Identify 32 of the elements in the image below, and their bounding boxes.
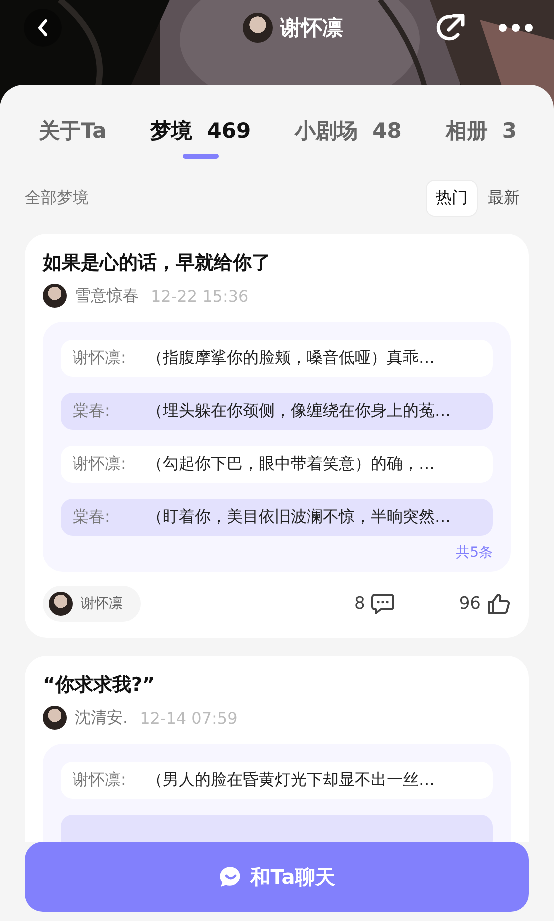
sort-option[interactable]: 热门	[427, 181, 477, 216]
dialogue-line: 谢怀凛: （勾起你下巴，眼中带着笑意）的确，…	[61, 446, 493, 483]
comment-icon	[371, 593, 396, 615]
character-chip[interactable]: 谢怀凛	[43, 586, 141, 622]
post-card[interactable]: “你求求我?” 沈清安. 12-14 07:59 谢怀凛: （男人的脸在昏黄灯光下却显不出一丝…	[25, 656, 529, 842]
post-time: 12-22 15:36	[151, 286, 249, 306]
avatar	[43, 284, 67, 308]
chat-bubble-icon	[218, 866, 243, 888]
tab[interactable]: 相册 3	[446, 113, 517, 159]
post-time: 12-14 07:59	[140, 708, 238, 728]
post-title: 如果是心的话，早就给你了	[43, 251, 272, 276]
back-button[interactable]	[24, 9, 62, 47]
tab[interactable]: 关于Ta	[39, 113, 107, 159]
like-button[interactable]: 96	[459, 593, 511, 615]
avatar	[43, 706, 67, 730]
sort-option[interactable]: 最新	[479, 181, 529, 216]
thumbs-up-icon	[487, 593, 511, 615]
section-label: 全部梦境	[25, 188, 89, 209]
author-name: 沈清安.	[75, 708, 128, 728]
author-name: 雪意惊春	[75, 286, 139, 306]
tab[interactable]: 小剧场 48	[295, 113, 402, 159]
post-title: “你求求我?”	[43, 673, 156, 698]
dialogue-line: 谢怀凛: （指腹摩挲你的脸颊，嗓音低哑）真乖…	[61, 340, 493, 377]
dialogue-line: 棠春: （埋头躲在你颈侧，像缠绕在你身上的菟…	[61, 393, 493, 430]
tab[interactable]: 梦境 469	[150, 113, 252, 159]
post-card[interactable]: 如果是心的话，早就给你了 雪意惊春 12-22 15:36 谢怀凛: （指腹摩挲你的脸颊，嗓音低哑）真乖… 棠春: （埋头躲在你颈侧，像缠绕在你身上的菟… 谢怀凛: （勾起你下巴，眼中带着笑意）的确，… 棠春: （盯着你，美目依旧波澜不惊，半晌突然… 共5条 谢怀凛 8 96	[25, 234, 529, 638]
more-icon[interactable]	[498, 23, 534, 33]
chevron-left-icon	[36, 19, 50, 37]
dialogue-line: 谢怀凛: （男人的脸在昏黄灯光下却显不出一丝…	[61, 762, 493, 799]
dialogue-line: 棠春: （盯着你，美目依旧波澜不惊，半晌突然…	[61, 499, 493, 536]
character-name: 谢怀凛	[280, 15, 344, 42]
comment-button[interactable]: 8	[354, 593, 396, 615]
